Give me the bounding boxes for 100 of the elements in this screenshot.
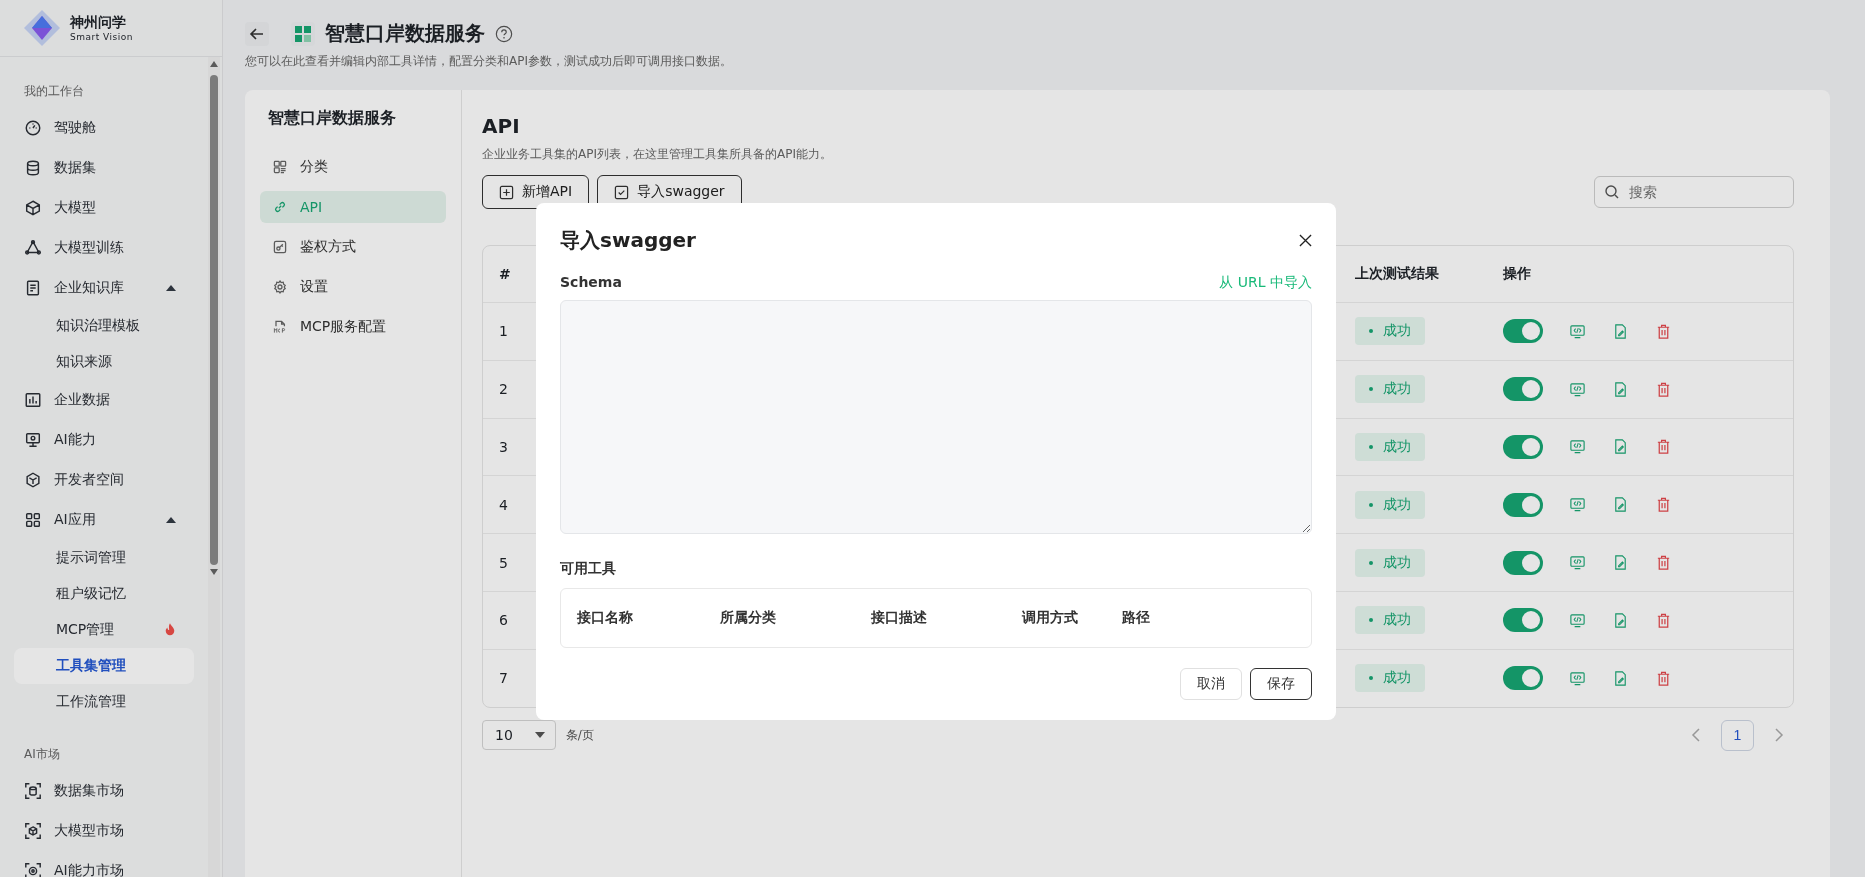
scrollbar[interactable] xyxy=(208,57,220,877)
menu-item[interactable]: 大模型训练 xyxy=(14,228,194,268)
menu-item[interactable]: 企业数据 xyxy=(14,380,194,420)
code-monitor-icon[interactable] xyxy=(1569,496,1586,514)
edit-file-icon[interactable] xyxy=(1612,669,1629,687)
scroll-up-icon[interactable] xyxy=(210,61,218,67)
gauge-icon xyxy=(24,119,42,137)
dialog-title: 导入swagger xyxy=(560,227,696,254)
scroll-down-icon[interactable] xyxy=(210,569,218,575)
help-icon[interactable] xyxy=(495,24,513,43)
menu-item[interactable]: MCP管理 xyxy=(14,612,194,648)
code-monitor-icon[interactable] xyxy=(1569,438,1586,456)
delete-icon[interactable] xyxy=(1655,380,1672,398)
column-header: 上次测试结果 xyxy=(1355,265,1439,281)
section-title: 我的工作台 xyxy=(23,83,85,100)
column-header: # xyxy=(499,266,511,282)
document-icon xyxy=(24,279,42,297)
delete-icon[interactable] xyxy=(1655,669,1672,687)
page-size-select[interactable]: 10 xyxy=(482,720,556,751)
status-tag: 成功 xyxy=(1355,490,1425,519)
nav-item[interactable]: 鉴权方式 xyxy=(260,231,446,263)
next-page-icon[interactable] xyxy=(1774,727,1784,744)
close-icon[interactable] xyxy=(1299,234,1312,247)
section-description: 企业业务工具集的API列表，在这里管理工具集所具备的API能力。 xyxy=(482,146,833,163)
column-header: 接口名称 xyxy=(577,609,633,627)
menu-item[interactable]: 大模型 xyxy=(14,188,194,228)
database-icon xyxy=(24,159,42,177)
field-label: Schema xyxy=(560,274,622,292)
settings-icon xyxy=(272,279,288,295)
menu-item[interactable]: 工作流管理 xyxy=(14,684,194,720)
code-monitor-icon[interactable] xyxy=(1569,322,1586,340)
menu-item[interactable]: 驾驶舱 xyxy=(14,108,194,148)
menu-item[interactable]: 租户级记忆 xyxy=(14,576,194,612)
add-button[interactable]: 新增API xyxy=(482,175,590,209)
menu-item[interactable]: 数据集 xyxy=(14,148,194,188)
status-tag: 成功 xyxy=(1355,606,1425,635)
column-header: 接口描述 xyxy=(871,609,927,627)
previous-page-icon[interactable] xyxy=(1691,727,1701,744)
check-square-icon xyxy=(614,184,630,200)
column-header: 调用方式 xyxy=(1022,609,1078,627)
field-label: 可用工具 xyxy=(560,560,617,578)
schema-field[interactable] xyxy=(560,300,1312,534)
search-field[interactable]: 搜索 xyxy=(1594,176,1794,208)
menu-item[interactable]: 知识治理模板 xyxy=(14,308,194,344)
toggle-switch[interactable] xyxy=(1503,435,1543,459)
edit-file-icon[interactable] xyxy=(1612,322,1629,340)
nav-item[interactable]: 分类 xyxy=(260,151,446,183)
table-cell: 7 xyxy=(499,670,508,687)
table-cell: 2 xyxy=(499,381,508,398)
brand-tagline: Smart Vision xyxy=(70,32,133,42)
delete-icon[interactable] xyxy=(1655,554,1672,572)
code-monitor-icon[interactable] xyxy=(1569,554,1586,572)
page-button[interactable]: 1 xyxy=(1721,719,1754,751)
toggle-switch[interactable] xyxy=(1503,666,1543,691)
toggle-switch[interactable] xyxy=(1503,550,1543,575)
link-icon xyxy=(272,199,288,215)
back-button[interactable] xyxy=(245,21,269,46)
key-icon xyxy=(272,239,288,255)
delete-icon[interactable] xyxy=(1655,438,1672,456)
section-title: API xyxy=(482,114,521,138)
edit-file-icon[interactable] xyxy=(1612,380,1629,398)
code-monitor-icon[interactable] xyxy=(1569,611,1586,629)
toggle-switch[interactable] xyxy=(1503,319,1543,344)
menu-item[interactable]: 开发者空间 xyxy=(14,460,194,500)
code-monitor-icon[interactable] xyxy=(1569,669,1586,687)
brand-name: 神州问学 xyxy=(70,14,127,32)
delete-icon[interactable] xyxy=(1655,322,1672,340)
toggle-switch[interactable] xyxy=(1503,608,1543,633)
cancel-button[interactable]: 取消 xyxy=(1180,668,1242,700)
nav-item[interactable]: MCP服务配置 xyxy=(260,311,446,343)
menu-item[interactable]: AI应用 xyxy=(14,500,194,540)
edit-file-icon[interactable] xyxy=(1612,554,1629,572)
menu-item[interactable]: 大模型市场 xyxy=(14,811,194,851)
menu-item[interactable]: 企业知识库 xyxy=(14,268,194,308)
menu-item[interactable]: 提示词管理 xyxy=(14,540,194,576)
target-icon xyxy=(24,862,42,877)
database-icon xyxy=(24,782,42,800)
menu-item[interactable]: 工具集管理 xyxy=(14,648,194,684)
cube-icon xyxy=(24,822,42,840)
edit-file-icon[interactable] xyxy=(1612,611,1629,629)
save-button[interactable]: 保存 xyxy=(1250,668,1312,700)
delete-icon[interactable] xyxy=(1655,496,1672,514)
table-cell: 4 xyxy=(499,496,508,513)
menu-item[interactable]: 知识来源 xyxy=(14,344,194,380)
category-icon xyxy=(272,159,288,175)
menu-item[interactable]: AI能力市场 xyxy=(14,851,194,877)
toggle-switch[interactable] xyxy=(1503,492,1543,517)
delete-icon[interactable] xyxy=(1655,611,1672,629)
menu-item[interactable]: AI能力 xyxy=(14,420,194,460)
section-title: AI市场 xyxy=(23,746,61,763)
edit-file-icon[interactable] xyxy=(1612,496,1629,514)
menu-item[interactable]: 数据集市场 xyxy=(14,771,194,811)
table-cell: 5 xyxy=(499,554,508,571)
toggle-switch[interactable] xyxy=(1503,377,1543,402)
status-tag: 成功 xyxy=(1355,375,1425,404)
code-monitor-icon[interactable] xyxy=(1569,380,1586,398)
nav-item[interactable]: 设置 xyxy=(260,271,446,303)
table-cell: 1 xyxy=(499,323,508,340)
edit-file-icon[interactable] xyxy=(1612,438,1629,456)
page-title: 智慧口岸数据服务 xyxy=(325,20,485,47)
